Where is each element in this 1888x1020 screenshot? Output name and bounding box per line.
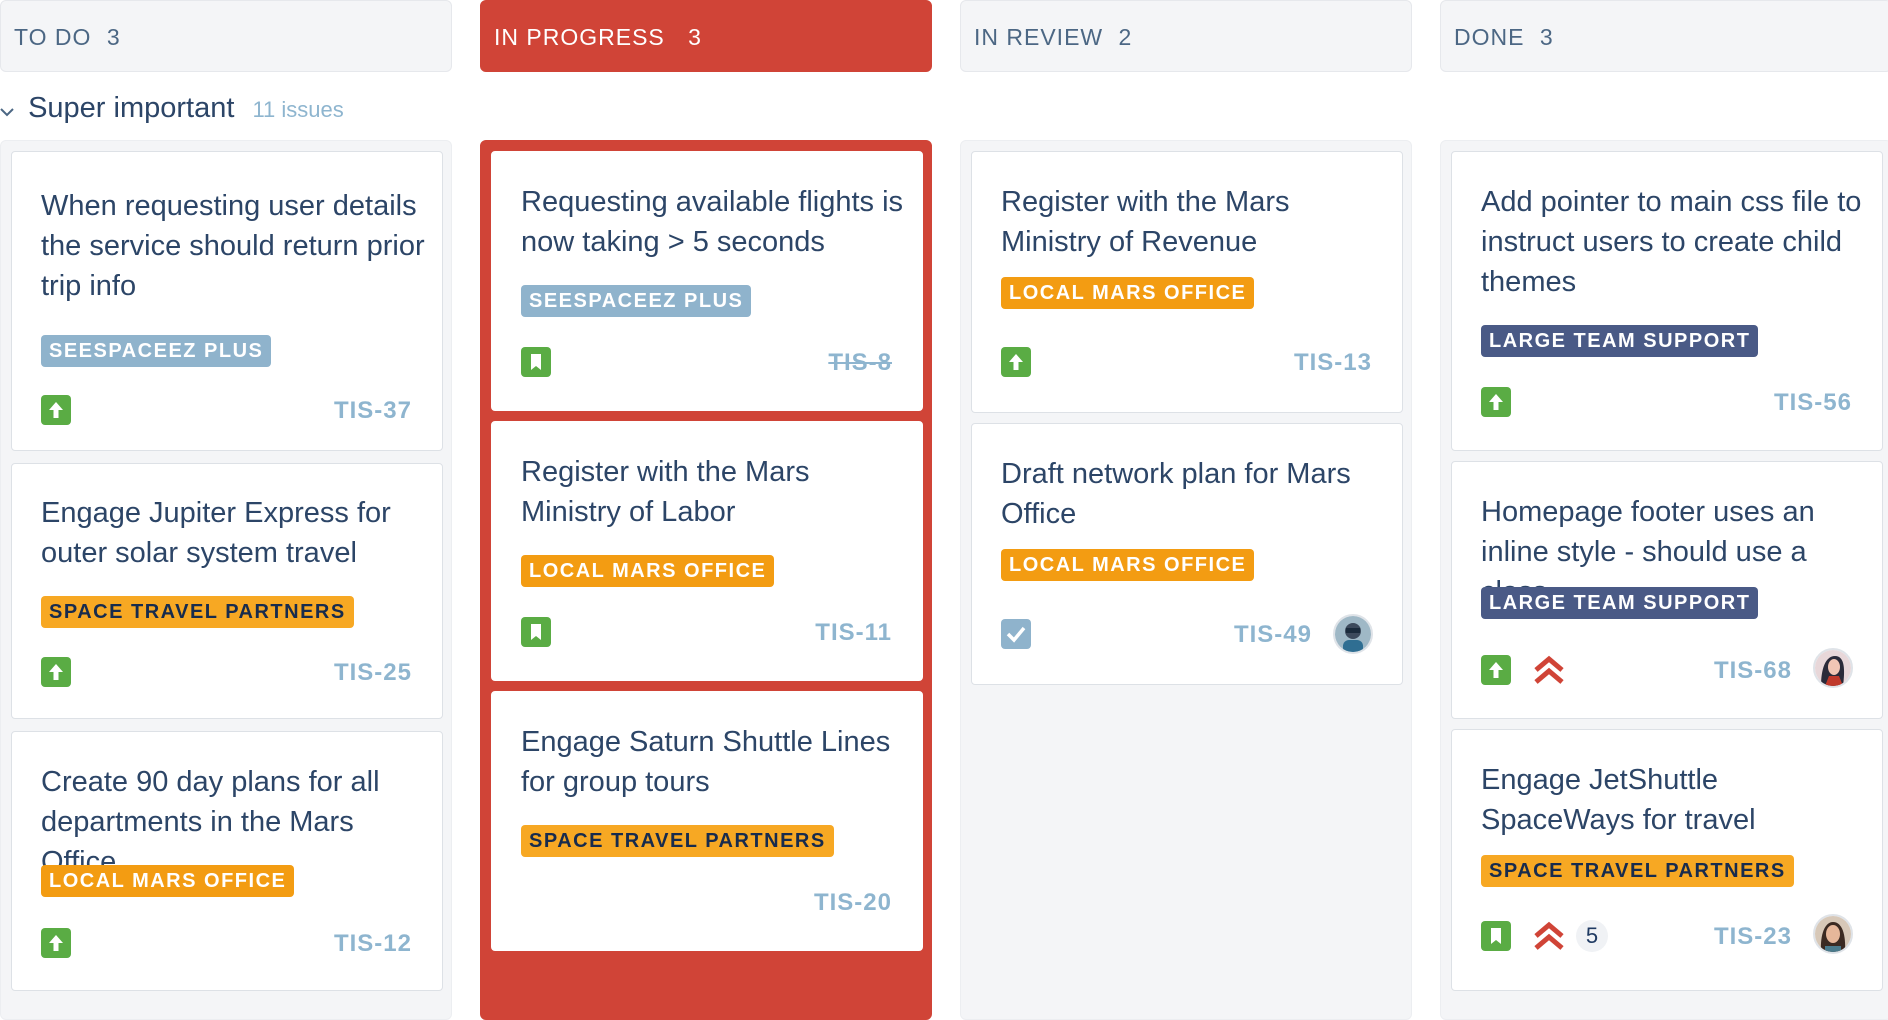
column-count: 2 [1118, 24, 1133, 50]
improvement-icon [1481, 387, 1511, 417]
card-title: Register with the Mars Ministry of Labor [521, 456, 810, 528]
column-in-review: IN REVIEW 2 Register with the Mars Minis… [960, 0, 1412, 1020]
story-icon [1481, 921, 1511, 951]
issue-card[interactable]: Create 90 day plans for all departments … [11, 731, 443, 991]
card-title: Requesting available flights is now taki… [521, 186, 904, 258]
issue-key[interactable]: TIS-49 [1234, 621, 1312, 649]
epic-label[interactable]: SPACE TRAVEL PARTNERS [521, 825, 834, 857]
column-count: 3 [106, 24, 121, 50]
column-body-todo: When requesting user details the service… [0, 140, 452, 1020]
column-in-progress: IN PROGRESS 3 Requesting available fligh… [480, 0, 932, 1020]
swimlane-title: Super important [28, 92, 235, 124]
epic-label[interactable]: LARGE TEAM SUPPORT [1481, 587, 1759, 619]
swimlane-issue-count: 11 issues [252, 97, 344, 122]
column-count: 3 [688, 24, 702, 50]
issue-card[interactable]: Engage JetShuttle SpaceWays for travel S… [1451, 729, 1883, 991]
column-title: IN REVIEW [974, 24, 1104, 50]
issue-key[interactable]: TIS-13 [1294, 349, 1372, 377]
assignee-avatar[interactable] [1333, 614, 1373, 654]
epic-label[interactable]: SPACE TRAVEL PARTNERS [41, 596, 354, 628]
story-icon [521, 617, 551, 647]
issue-key[interactable]: TIS-11 [815, 619, 892, 647]
epic-label[interactable]: SEESPACEEZ PLUS [41, 335, 272, 367]
column-header-in-progress[interactable]: IN PROGRESS 3 [480, 0, 932, 72]
card-title: Engage Saturn Shuttle Lines for group to… [521, 726, 891, 798]
issue-card[interactable]: Register with the Mars Ministry of Reven… [971, 151, 1403, 413]
issue-card[interactable]: Engage Saturn Shuttle Lines for group to… [491, 691, 923, 951]
issue-card[interactable]: When requesting user details the service… [11, 151, 443, 451]
improvement-icon [41, 657, 71, 687]
column-body-done: Add pointer to main css file to instruct… [1440, 140, 1888, 1020]
issue-card[interactable]: Homepage footer uses an inline style - s… [1451, 461, 1883, 719]
improvement-icon [1481, 655, 1511, 685]
improvement-icon [41, 928, 71, 958]
assignee-avatar[interactable] [1813, 914, 1853, 954]
card-title: Add pointer to main css file to instruct… [1481, 186, 1862, 298]
highest-priority-icon [1532, 653, 1566, 685]
epic-label[interactable]: SPACE TRAVEL PARTNERS [1481, 855, 1794, 887]
column-title: TO DO [14, 24, 92, 50]
epic-label[interactable]: SEESPACEEZ PLUS [521, 285, 752, 317]
issue-key[interactable]: TIS-68 [1714, 657, 1792, 685]
issue-key[interactable]: TIS-8 [828, 349, 892, 377]
card-title: Register with the Mars Ministry of Reven… [1001, 186, 1290, 258]
column-done: DONE 3 Add pointer to main css file to i… [1440, 0, 1888, 1020]
column-header-todo[interactable]: TO DO 3 [0, 0, 452, 72]
issue-card[interactable]: Draft network plan for Mars Office LOCAL… [971, 423, 1403, 685]
column-count: 3 [1539, 24, 1554, 50]
column-header-in-review[interactable]: IN REVIEW 2 [960, 0, 1412, 72]
assignee-avatar[interactable] [1813, 648, 1853, 688]
card-title: Engage Jupiter Express for outer solar s… [41, 497, 391, 569]
column-title: IN PROGRESS [494, 24, 665, 50]
epic-label[interactable]: LARGE TEAM SUPPORT [1481, 325, 1759, 357]
issue-card[interactable]: Register with the Mars Ministry of Labor… [491, 421, 923, 681]
highest-priority-icon [1532, 919, 1566, 951]
story-icon [521, 347, 551, 377]
card-title: Create 90 day plans for all departments … [41, 766, 380, 878]
card-title: Engage JetShuttle SpaceWays for travel [1481, 764, 1756, 836]
issue-key[interactable]: TIS-23 [1714, 923, 1792, 951]
issue-key[interactable]: TIS-37 [334, 397, 412, 425]
column-title: DONE [1454, 24, 1525, 50]
issue-key[interactable]: TIS-20 [814, 889, 892, 917]
epic-label[interactable]: LOCAL MARS OFFICE [1001, 549, 1255, 581]
column-todo: TO DO 3 Super important 11 issues When r… [0, 0, 452, 1020]
issue-card[interactable]: Requesting available flights is now taki… [491, 151, 923, 411]
epic-label[interactable]: LOCAL MARS OFFICE [521, 555, 775, 587]
card-title: When requesting user details the service… [41, 190, 425, 302]
epic-label[interactable]: LOCAL MARS OFFICE [1001, 277, 1255, 309]
improvement-icon [1001, 347, 1031, 377]
issue-key[interactable]: TIS-56 [1774, 389, 1852, 417]
column-body-in-progress: Requesting available flights is now taki… [480, 140, 932, 1020]
issue-card[interactable]: Add pointer to main css file to instruct… [1451, 151, 1883, 451]
task-icon [1001, 619, 1031, 649]
improvement-icon [41, 395, 71, 425]
issue-key[interactable]: TIS-25 [334, 659, 412, 687]
epic-label[interactable]: LOCAL MARS OFFICE [41, 865, 295, 897]
issue-key[interactable]: TIS-12 [334, 930, 412, 958]
swimlane-header[interactable]: Super important 11 issues [0, 88, 344, 128]
column-header-done[interactable]: DONE 3 [1440, 0, 1888, 72]
chevron-down-icon[interactable] [0, 90, 16, 130]
column-body-in-review: Register with the Mars Ministry of Reven… [960, 140, 1412, 1020]
comment-count-badge[interactable]: 5 [1576, 920, 1608, 952]
card-title: Draft network plan for Mars Office [1001, 458, 1351, 530]
issue-card[interactable]: Engage Jupiter Express for outer solar s… [11, 463, 443, 719]
